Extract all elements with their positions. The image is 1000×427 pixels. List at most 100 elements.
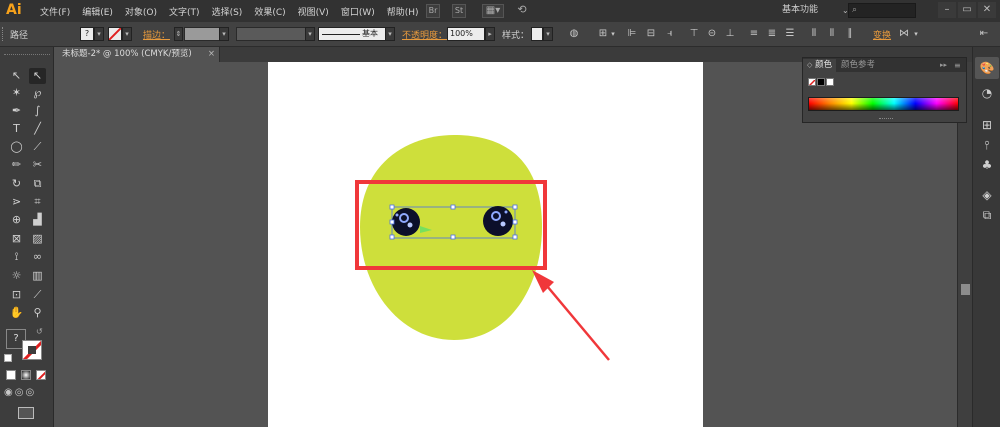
align-middle-icon[interactable]: ⊝ <box>706 28 718 40</box>
align-top-icon[interactable]: ⊤ <box>688 28 700 40</box>
swap-fill-stroke-icon[interactable]: ↺ <box>36 328 44 336</box>
stroke-weight-field[interactable] <box>184 27 220 41</box>
shape-builder-icon[interactable]: ⊕ <box>8 212 25 228</box>
scissors-icon[interactable]: ✂ <box>29 157 46 173</box>
color-spectrum[interactable] <box>808 97 959 111</box>
black-swatch[interactable] <box>817 78 825 86</box>
symbols-icon[interactable]: ♣ <box>979 157 995 173</box>
document-tab[interactable]: 未标题-2* @ 100% (CMYK/预览) × <box>54 47 220 62</box>
gradient-icon[interactable]: ▨ <box>29 231 46 247</box>
slice-icon[interactable]: ⟋ <box>29 287 46 303</box>
color-guide-icon[interactable]: ◔ <box>979 85 995 101</box>
swatches-icon[interactable]: ⊞ <box>979 117 995 133</box>
brushes-icon[interactable]: ⫯ <box>979 137 995 153</box>
transform-label[interactable]: 变换 <box>873 28 891 41</box>
opacity-label[interactable]: 不透明度： <box>402 28 447 41</box>
free-transform-icon[interactable]: ⌗ <box>29 194 46 210</box>
close-tab-button[interactable]: × <box>208 47 215 62</box>
symbol-sprayer-icon[interactable]: ☼ <box>8 268 25 284</box>
stroke-weight-dropdown[interactable]: ▾ <box>219 27 229 41</box>
align-right-icon[interactable]: ⫣ <box>664 28 676 40</box>
blend-icon[interactable]: ∞ <box>29 249 46 265</box>
stroke-box[interactable] <box>22 340 42 360</box>
menu-file[interactable]: 文件(F) <box>34 5 76 18</box>
variable-width-profile[interactable] <box>236 27 306 41</box>
white-swatch[interactable] <box>826 78 834 86</box>
menu-object[interactable]: 对象(O) <box>119 5 163 18</box>
pen-icon[interactable]: ✒ <box>8 103 25 119</box>
profile-dropdown[interactable]: ▾ <box>305 27 315 41</box>
menu-effect[interactable]: 效果(C) <box>248 5 291 18</box>
hand-icon[interactable]: ✋ <box>8 305 25 321</box>
opacity-field[interactable]: 100% <box>447 27 485 41</box>
graphic-style-swatch[interactable] <box>531 27 543 41</box>
menu-type[interactable]: 文字(T) <box>163 5 206 18</box>
tab-color[interactable]: ◇ 颜色 <box>803 59 837 72</box>
panel-menu-icon[interactable]: ⇤ <box>978 28 990 40</box>
rotate-icon[interactable]: ↻ <box>8 176 25 192</box>
scale-icon[interactable]: ⧉ <box>29 176 46 192</box>
zoom-icon[interactable]: ⚲ <box>29 305 46 321</box>
stroke-weight-stepper[interactable]: ⇕ <box>174 27 183 41</box>
artboards-icon[interactable]: ⧉ <box>979 207 995 223</box>
gradient-mode-button[interactable] <box>21 370 31 380</box>
recolor-artwork-icon[interactable]: ◍ <box>568 28 580 40</box>
lasso-icon[interactable]: ℘ <box>29 85 46 101</box>
menu-select[interactable]: 选择(S) <box>206 5 249 18</box>
stroke-dropdown[interactable]: ▾ <box>122 27 132 41</box>
perspective-icon[interactable]: ▟ <box>29 212 46 228</box>
distribute-left-icon[interactable]: ⫴ <box>808 28 820 40</box>
panel-options-icon[interactable]: ≡ <box>950 59 965 72</box>
brush-icon[interactable]: ⟋ <box>29 139 46 155</box>
ellipse-icon[interactable]: ◯ <box>8 139 25 155</box>
minimize-button[interactable]: – <box>938 2 956 18</box>
gpu-performance-icon[interactable]: ⟲ <box>513 4 531 18</box>
eyedropper-icon[interactable]: ⟟ <box>8 249 25 265</box>
pencil-icon[interactable]: ✏ <box>8 157 25 173</box>
direct-selection-tool-icon[interactable]: ↖ <box>29 68 46 84</box>
type-icon[interactable]: T <box>8 121 25 137</box>
mesh-icon[interactable]: ⊠ <box>8 231 25 247</box>
selection-tool-icon[interactable]: ↖ <box>8 68 25 84</box>
brush-definition-field[interactable]: 基本 <box>318 27 386 41</box>
curvature-icon[interactable]: ∫ <box>29 103 46 119</box>
close-window-button[interactable]: ✕ <box>978 2 996 18</box>
distribute-middle-icon[interactable]: ≣ <box>766 28 778 40</box>
magic-wand-icon[interactable]: ✶ <box>8 85 25 101</box>
scrollbar-thumb[interactable] <box>961 284 970 295</box>
right-eye[interactable] <box>483 206 513 236</box>
menu-edit[interactable]: 编辑(E) <box>76 5 119 18</box>
style-dropdown[interactable]: ▾ <box>543 27 553 41</box>
arrange-documents-icon[interactable]: ▦▾ <box>482 4 504 18</box>
stock-button[interactable]: St <box>452 4 466 18</box>
distribute-right-icon[interactable]: ∥ <box>844 28 856 40</box>
screen-mode-icon[interactable] <box>18 407 34 419</box>
color-palette-icon[interactable]: 🎨 <box>979 60 995 76</box>
layers-icon[interactable]: ◈ <box>979 187 995 203</box>
distribute-center-icon[interactable]: ⦀ <box>826 28 838 40</box>
align-left-icon[interactable]: ⊫ <box>626 28 638 40</box>
menu-window[interactable]: 窗口(W) <box>335 5 381 18</box>
none-swatch[interactable] <box>808 78 816 86</box>
menu-view[interactable]: 视图(V) <box>292 5 335 18</box>
distribute-bottom-icon[interactable]: ☰ <box>784 28 796 40</box>
stroke-swatch[interactable] <box>108 27 122 41</box>
color-mode-button[interactable] <box>6 370 16 380</box>
align-to-dropdown[interactable]: ▾ <box>607 28 619 40</box>
maximize-button[interactable]: ▭ <box>958 2 976 18</box>
graph-icon[interactable]: ▥ <box>29 268 46 284</box>
distribute-top-icon[interactable]: ≡ <box>748 28 760 40</box>
bridge-button[interactable]: Br <box>426 4 440 18</box>
panel-resize-handle[interactable] <box>879 118 893 120</box>
search-input[interactable]: ⌕ <box>848 3 916 18</box>
isolate-icon[interactable]: ⋈ <box>898 28 910 40</box>
tab-color-guide[interactable]: 颜色参考 <box>837 59 879 72</box>
brush-dropdown[interactable]: ▾ <box>385 27 395 41</box>
none-mode-button[interactable] <box>36 370 46 380</box>
artboard-icon[interactable]: ⊡ <box>8 287 25 303</box>
align-center-icon[interactable]: ⊟ <box>645 28 657 40</box>
collapse-panel-icon[interactable]: ▸▸ <box>936 59 951 72</box>
fill-swatch[interactable]: ? <box>80 27 94 41</box>
align-bottom-icon[interactable]: ⊥ <box>724 28 736 40</box>
menu-help[interactable]: 帮助(H) <box>381 5 425 18</box>
